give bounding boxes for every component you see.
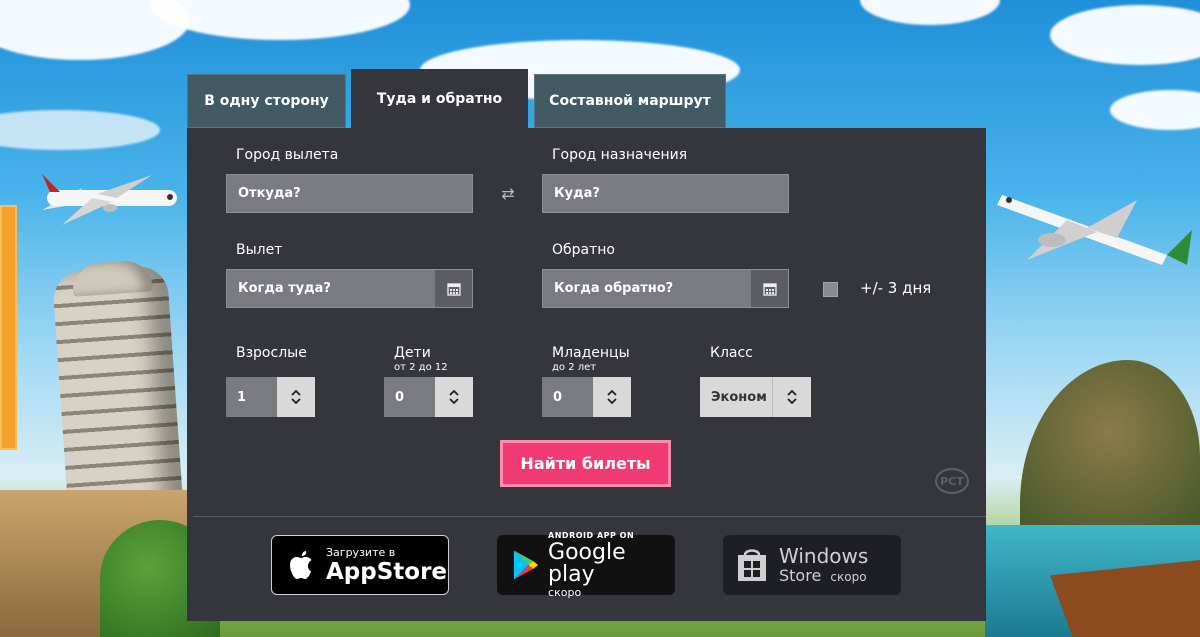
depart-label: Вылет (236, 242, 283, 258)
google-play-logo-icon (513, 550, 539, 580)
google-play-soon-text: скоро (548, 586, 582, 599)
calendar-icon[interactable] (435, 270, 472, 307)
infants-age-hint: до 2 лет (552, 362, 597, 373)
tab-one-way[interactable]: В одну сторону (187, 74, 346, 128)
infants-label: Младенцы (552, 345, 630, 361)
flex-dates-label: +/- 3 дня (860, 279, 932, 297)
windows-store-soon-text: скоро (830, 570, 867, 584)
children-value[interactable]: 0 (384, 377, 435, 417)
flex-dates-checkbox[interactable] (823, 282, 838, 297)
divider (193, 516, 986, 517)
google-play-main-text: Google play (548, 540, 626, 587)
destination-placeholder: Куда? (554, 186, 600, 201)
children-age-hint: от 2 до 12 (394, 362, 448, 373)
swap-cities-icon[interactable]: ⇄ (498, 185, 518, 203)
depart-date-input[interactable]: Когда туда? (226, 269, 473, 308)
windows-store-line2: Store (779, 566, 822, 585)
adults-stepper[interactable]: 1 (226, 377, 315, 417)
children-label: Дети (394, 345, 431, 361)
tab-multi-city[interactable]: Составной маршрут (534, 74, 726, 128)
windows-store-line1: Windows (779, 544, 869, 568)
windows-store-badge[interactable]: Windows Store скоро (723, 535, 901, 595)
search-tickets-button[interactable]: Найти билеты (500, 440, 671, 487)
infants-value[interactable]: 0 (542, 377, 593, 417)
class-label: Класс (710, 345, 753, 361)
app-store-main-text: AppStore (326, 558, 448, 585)
destination-label: Город назначения (552, 147, 688, 163)
up-down-arrows-icon[interactable] (773, 377, 811, 417)
side-banner[interactable] (0, 205, 17, 450)
airplane-right-image (997, 170, 1197, 280)
app-store-top-text: Загрузите в (326, 545, 396, 559)
children-stepper[interactable]: 0 (384, 377, 473, 417)
infants-stepper[interactable]: 0 (542, 377, 631, 417)
calendar-icon[interactable] (751, 270, 788, 307)
return-placeholder: Когда обратно? (554, 281, 674, 296)
certification-logo-icon: PCT (935, 468, 969, 494)
tab-round-trip[interactable]: Туда и обратно (351, 69, 528, 128)
origin-input[interactable]: Откуда? (226, 174, 473, 213)
destination-input[interactable]: Куда? (542, 174, 789, 213)
airplane-left-image (22, 170, 182, 230)
apple-logo-icon (290, 551, 312, 579)
origin-placeholder: Откуда? (238, 186, 301, 201)
windows-store-logo-icon (738, 549, 766, 581)
adults-value[interactable]: 1 (226, 377, 277, 417)
up-down-arrows-icon[interactable] (435, 377, 473, 417)
return-label: Обратно (552, 242, 615, 258)
up-down-arrows-icon[interactable] (277, 377, 315, 417)
class-value[interactable]: Эконом (700, 377, 773, 417)
up-down-arrows-icon[interactable] (593, 377, 631, 417)
origin-label: Город вылета (236, 147, 339, 163)
adults-label: Взрослые (236, 345, 307, 361)
depart-placeholder: Когда туда? (238, 281, 331, 296)
return-date-input[interactable]: Когда обратно? (542, 269, 789, 308)
class-select[interactable]: Эконом (700, 377, 811, 417)
app-store-badge[interactable]: Загрузите в AppStore (271, 535, 449, 595)
google-play-badge[interactable]: ANDROID APP ON Google play скоро (497, 531, 675, 599)
google-play-top-text: ANDROID APP ON (548, 531, 635, 540)
